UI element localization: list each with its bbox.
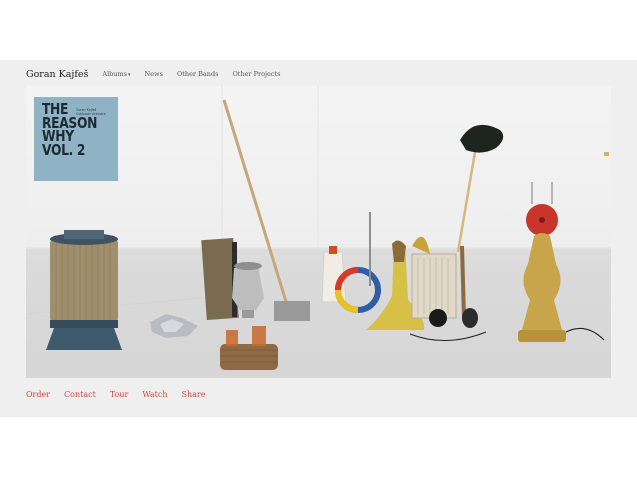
site-brand-link[interactable]: Goran Kajfeš (26, 69, 88, 80)
nav-other-projects[interactable]: Other Projects (232, 70, 280, 78)
top-navigation: Goran Kajfeš Albums▾ News Other Bands Ot… (26, 68, 294, 80)
action-links: Order Contact Tour Watch Share (26, 390, 219, 399)
watch-link[interactable]: Watch (142, 390, 167, 399)
site-container: Goran Kajfeš Albums▾ News Other Bands Ot… (0, 60, 637, 417)
contact-link[interactable]: Contact (64, 390, 96, 399)
album-cover[interactable]: THE REASON WHY VOL. 2 Goran Kajfeš Subtr… (34, 97, 118, 181)
nav-albums-dropdown[interactable]: Albums▾ (102, 70, 130, 78)
caret-down-icon: ▾ (128, 72, 131, 78)
share-link[interactable]: Share (182, 390, 206, 399)
album-cover-subtitle: Goran Kajfeš Subtropic Arkestra (76, 108, 106, 116)
nav-other-bands[interactable]: Other Bands (177, 70, 218, 78)
order-link[interactable]: Order (26, 390, 50, 399)
tour-link[interactable]: Tour (110, 390, 129, 399)
hero-image: THE REASON WHY VOL. 2 Goran Kajfeš Subtr… (26, 86, 611, 378)
nav-news[interactable]: News (145, 70, 163, 78)
nav-albums-label: Albums (102, 70, 127, 78)
